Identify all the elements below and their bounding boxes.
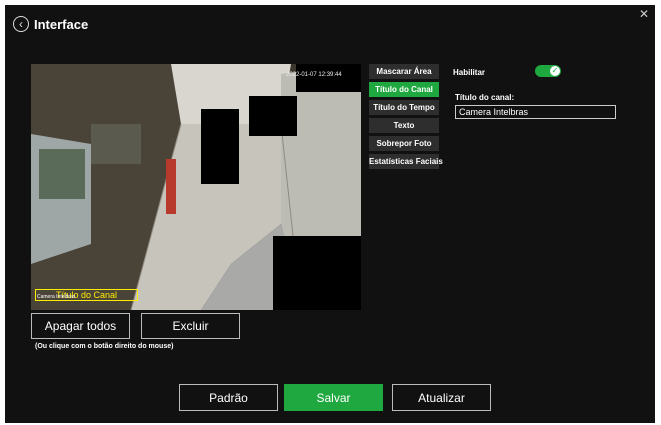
tab-titulo-do-canal[interactable]: Título do Canal: [369, 82, 439, 97]
right-click-hint: (Ou clique com o botão direito do mouse): [35, 343, 174, 350]
camera-image: [31, 64, 361, 310]
tab-mascarar-area[interactable]: Mascarar Área: [369, 64, 439, 79]
enable-toggle[interactable]: ✓: [535, 65, 561, 77]
camera-preview[interactable]: 2022-01-07 12:39:44 Título do Canal Came…: [31, 64, 361, 310]
channel-title-label: Título do canal:: [455, 93, 515, 102]
overlay-small-text: Camera Intelbras: [37, 294, 76, 300]
dialog-header: ‹ Interface: [13, 13, 88, 35]
clear-all-button[interactable]: Apagar todos: [31, 313, 130, 339]
tab-sobrepor-foto[interactable]: Sobrepor Foto: [369, 136, 439, 151]
interface-dialog: ‹ Interface ✕ 2022-01-07 12:39:44 Título…: [5, 5, 655, 423]
enable-label: Habilitar: [453, 67, 486, 77]
channel-title-input[interactable]: [455, 105, 616, 119]
delete-button[interactable]: Excluir: [141, 313, 240, 339]
check-icon: ✓: [550, 66, 560, 76]
close-icon[interactable]: ✕: [639, 7, 649, 21]
tab-titulo-do-tempo[interactable]: Título do Tempo: [369, 100, 439, 115]
back-icon[interactable]: ‹: [13, 16, 29, 32]
overlay-tabs: Mascarar Área Título do Canal Título do …: [369, 64, 443, 172]
save-button[interactable]: Salvar: [284, 384, 383, 411]
tab-estatisticas-faciais[interactable]: Estatísticas Faciais: [369, 154, 443, 169]
default-button[interactable]: Padrão: [179, 384, 278, 411]
tab-texto[interactable]: Texto: [369, 118, 439, 133]
channel-title-settings: Habilitar ✓ Título do canal:: [453, 65, 623, 119]
page-title: Interface: [34, 16, 89, 32]
refresh-button[interactable]: Atualizar: [392, 384, 491, 411]
overlay-timestamp: 2022-01-07 12:39:44: [286, 72, 342, 78]
